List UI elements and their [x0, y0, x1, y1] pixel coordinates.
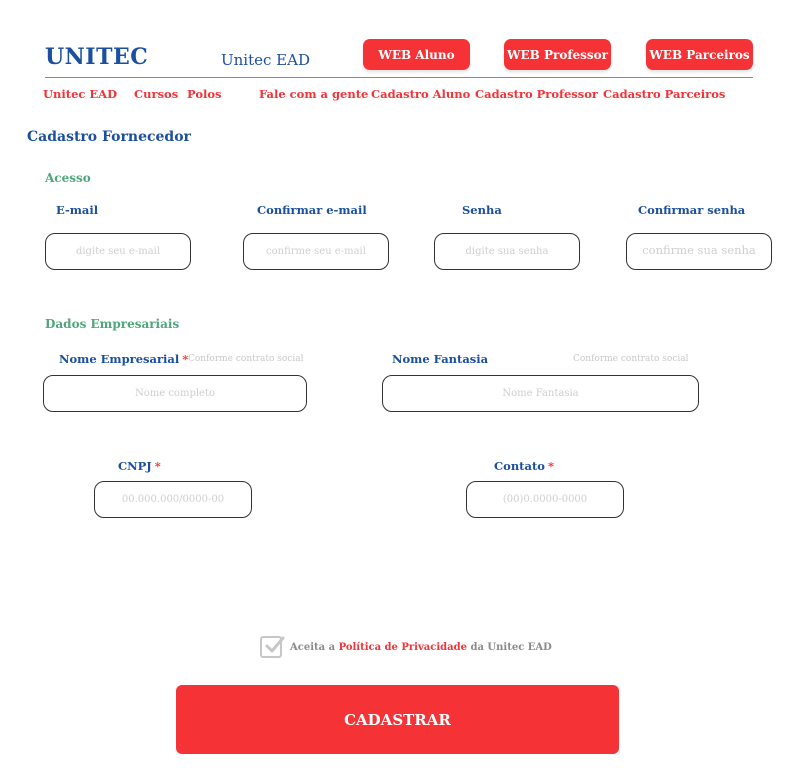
nav-cadastro-professor[interactable]: Cadastro Professor — [475, 87, 598, 101]
brand-subtitle: Unitec EAD — [221, 51, 310, 69]
nome-empresarial-field[interactable] — [43, 375, 307, 412]
privacy-policy-link[interactable]: Política de Privacidade — [339, 642, 467, 653]
section-acesso-title: Acesso — [45, 171, 91, 185]
nome-fantasia-label: Nome Fantasia — [392, 352, 489, 366]
nav-polos[interactable]: Polos — [187, 87, 222, 101]
web-professor-button[interactable]: WEB Professor — [504, 39, 611, 70]
cnpj-label: CNPJ * — [118, 459, 161, 473]
password-label: Senha — [462, 203, 502, 217]
nome-fantasia-field[interactable] — [382, 375, 699, 412]
required-marker: * — [547, 459, 554, 473]
nav-fale-com-a-gente[interactable]: Fale com a gente — [259, 87, 368, 101]
required-marker: * — [154, 459, 161, 473]
cadastrar-button[interactable]: CADASTRAR — [176, 685, 619, 754]
checkmark-icon — [265, 636, 285, 653]
confirm-email-field[interactable] — [243, 233, 389, 270]
nome-empresarial-hint: Conforme contrato social — [188, 354, 304, 364]
brand-logo[interactable]: UNITEC — [45, 44, 148, 70]
consent-text: Aceita a Política de Privacidade da Unit… — [290, 641, 552, 653]
web-parceiros-button[interactable]: WEB Parceiros — [646, 39, 753, 70]
privacy-checkbox[interactable] — [260, 636, 285, 658]
confirm-email-label: Confirmar e-mail — [257, 203, 367, 217]
nav-cadastro-aluno[interactable]: Cadastro Aluno — [371, 87, 470, 101]
password-field[interactable] — [434, 233, 580, 270]
nav-cadastro-parceiros[interactable]: Cadastro Parceiros — [603, 87, 725, 101]
header-divider — [45, 77, 753, 78]
contato-label: Contato * — [494, 459, 554, 473]
confirm-password-field[interactable] — [626, 233, 772, 270]
email-label: E-mail — [56, 203, 99, 217]
confirm-password-label: Confirmar senha — [638, 203, 746, 217]
nome-fantasia-hint: Conforme contrato social — [573, 354, 689, 364]
web-aluno-button[interactable]: WEB Aluno — [363, 39, 470, 70]
page-title: Cadastro Fornecedor — [27, 129, 191, 145]
nome-empresarial-label: Nome Empresarial * — [59, 352, 189, 366]
section-dados-empresariais-title: Dados Empresariais — [45, 317, 180, 331]
contato-field[interactable] — [466, 481, 624, 518]
nav-unitec-ead[interactable]: Unitec EAD — [43, 87, 117, 101]
privacy-consent: Aceita a Política de Privacidade da Unit… — [260, 636, 552, 658]
email-field[interactable] — [45, 233, 191, 270]
cnpj-field[interactable] — [94, 481, 252, 518]
nav-cursos[interactable]: Cursos — [134, 87, 178, 101]
